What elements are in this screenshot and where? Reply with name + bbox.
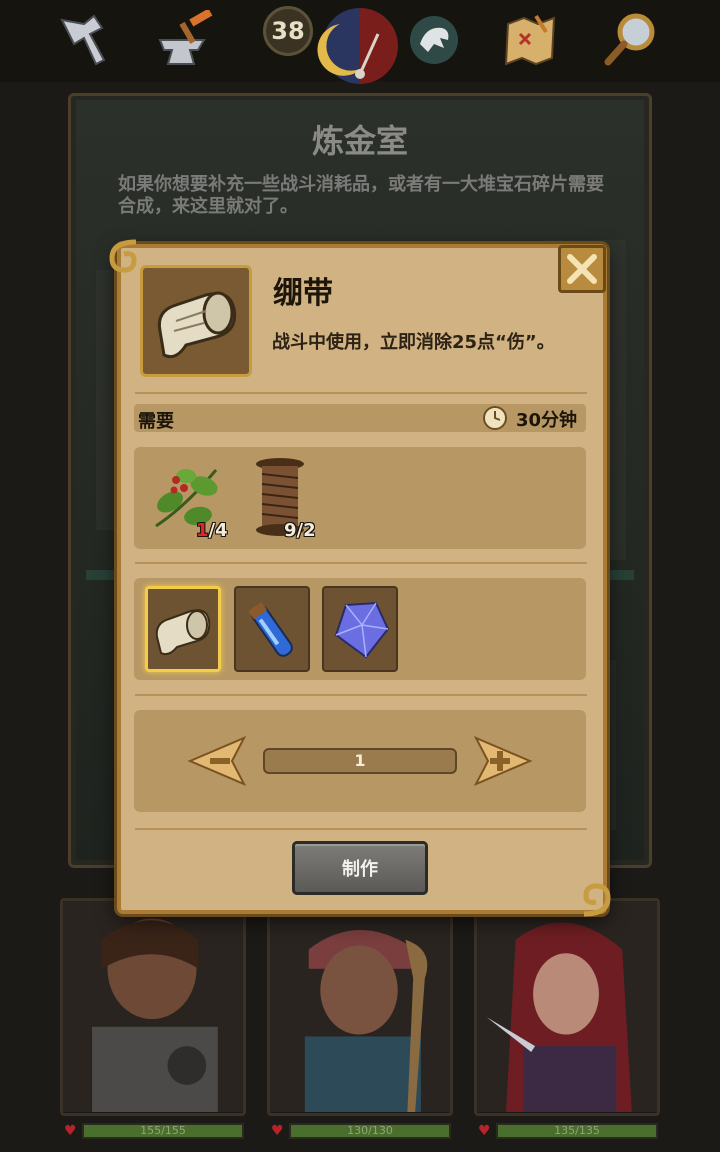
divider — [135, 392, 587, 394]
divider — [135, 828, 587, 830]
minus-arrow-icon — [187, 735, 247, 787]
room-description: 如果你想要补充一些战斗消耗品，或者有一大堆宝石碎片需要合成，来这里就对了。 — [118, 174, 604, 217]
hp-bar: 135/135 — [496, 1123, 658, 1139]
close-icon — [567, 254, 597, 284]
heart-icon: ♥ — [271, 1123, 284, 1139]
hp-bar: 155/155 — [82, 1123, 244, 1139]
plus-arrow-icon — [473, 735, 533, 787]
material-have: 1 — [196, 520, 209, 541]
hp-bar: 130/130 — [289, 1123, 451, 1139]
divider — [135, 694, 587, 696]
clock-icon — [483, 406, 507, 430]
top-bar: 38 — [0, 0, 720, 84]
anvil-icon[interactable] — [152, 8, 216, 72]
magnifier-icon[interactable] — [598, 8, 662, 72]
item-name: 绷带 — [273, 276, 333, 311]
heart-icon: ♥ — [478, 1123, 491, 1139]
craft-time: 30分钟 — [516, 410, 578, 431]
quantity-field[interactable]: 1 — [263, 748, 457, 774]
hero-hp-rogue: ♥ 135/135 — [478, 1121, 658, 1141]
bandage-icon — [157, 291, 237, 359]
warrior-portrait — [63, 901, 243, 1112]
divider — [135, 562, 587, 564]
hero-card-rogue[interactable] — [474, 898, 660, 1116]
decrease-button[interactable] — [187, 735, 247, 787]
dragon-icon[interactable] — [402, 8, 466, 72]
material-need: /2 — [296, 520, 316, 541]
map-icon[interactable] — [498, 8, 562, 72]
requirements-label: 需要 — [138, 411, 174, 432]
item-description: 战斗中使用，立即消除25点“伤”。 — [272, 332, 555, 353]
craft-button[interactable]: 制作 — [292, 841, 428, 895]
hero-card-warrior[interactable] — [60, 898, 246, 1116]
heart-icon: ♥ — [64, 1123, 77, 1139]
recipe-blue-potion[interactable] — [234, 586, 310, 672]
recipe-crystal[interactable] — [322, 586, 398, 672]
item-portrait — [140, 265, 252, 377]
material-need: /4 — [208, 520, 228, 541]
hero-card-mystic[interactable] — [267, 898, 453, 1116]
rogue-portrait — [477, 901, 657, 1112]
room-title: 炼金室 — [311, 122, 408, 160]
material-thread-count: 9/2 — [284, 520, 316, 541]
material-have: 9 — [284, 520, 297, 541]
increase-button[interactable] — [473, 735, 533, 787]
blue-potion-icon — [248, 601, 293, 657]
scroll-curl-decoration — [109, 239, 137, 273]
bandage-icon — [155, 609, 211, 656]
crystal-icon — [334, 601, 390, 659]
scroll-curl-decoration — [583, 883, 611, 917]
close-button[interactable] — [558, 245, 606, 293]
mystic-portrait — [270, 901, 450, 1112]
hero-hp-warrior: ♥ 155/155 — [64, 1121, 244, 1141]
material-herb-count: 1/4 — [196, 520, 228, 541]
axe-icon[interactable] — [52, 8, 116, 72]
hero-hp-mystic: ♥ 130/130 — [271, 1121, 451, 1141]
recipe-bandage[interactable] — [145, 586, 221, 672]
